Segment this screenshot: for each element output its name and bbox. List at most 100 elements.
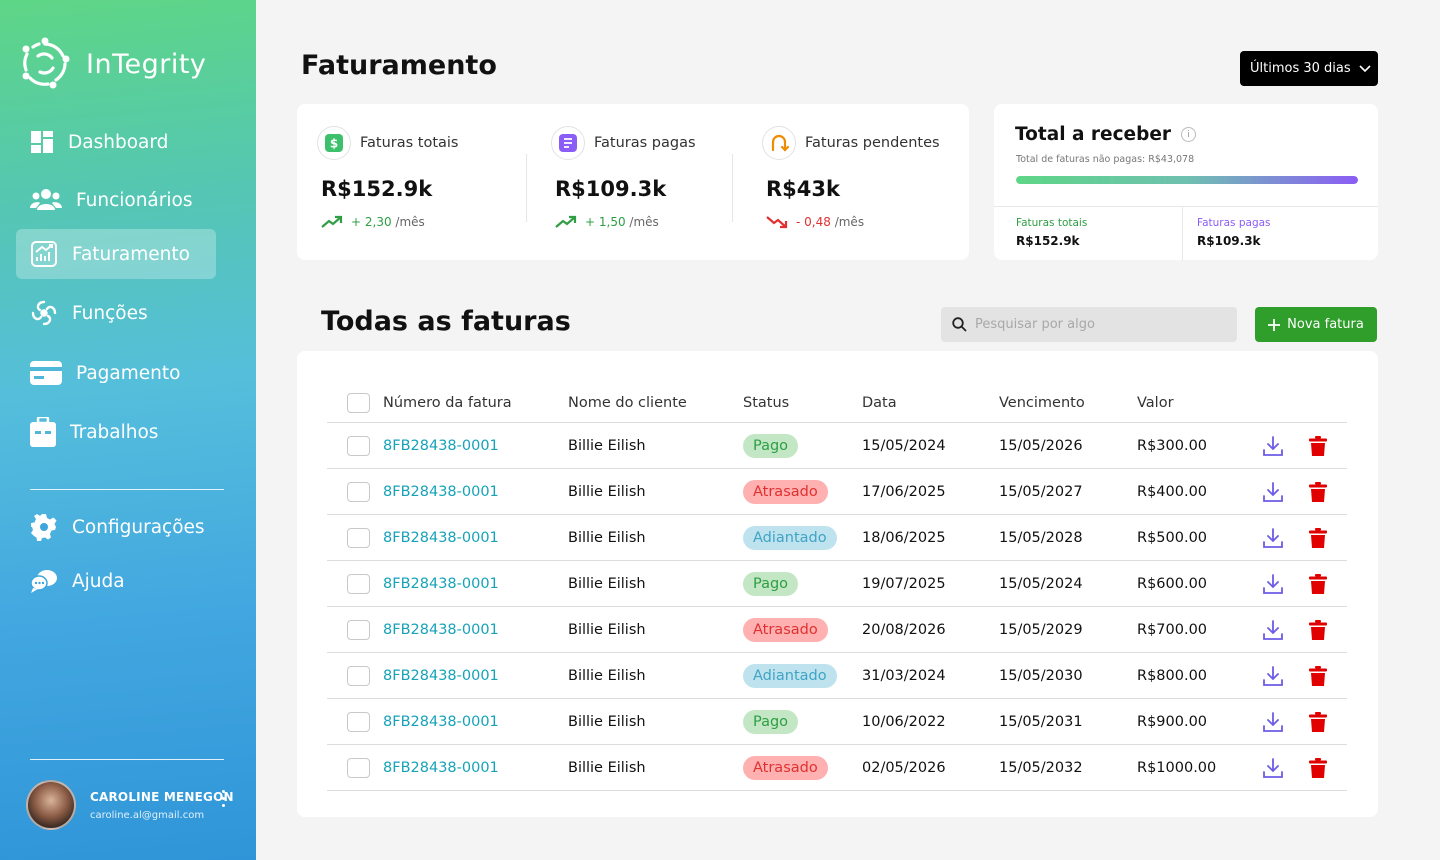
trend-up-icon [321, 215, 343, 228]
client-name: Billie Eilish [568, 575, 646, 592]
table-row[interactable]: 8FB28438-0001 Billie Eilish Pago 15/05/2024… [327, 423, 1347, 469]
table-row[interactable]: 8FB28438-0001 Billie Eilish Adiantado 31/03… [327, 653, 1347, 699]
help-chat-icon [30, 570, 57, 593]
row-checkbox[interactable] [347, 619, 370, 640]
trash-icon[interactable] [1309, 527, 1327, 548]
table-row[interactable]: 8FB28438-0001 Billie Eilish Adiantado 18/06… [327, 515, 1347, 561]
briefcase-icon [30, 417, 56, 447]
status-badge: Atrasado [743, 755, 828, 780]
dollar-icon: $ [317, 126, 351, 160]
invoice-number-link[interactable]: 8FB28438-0001 [383, 469, 499, 514]
trash-icon[interactable] [1309, 573, 1327, 594]
new-invoice-button[interactable]: Nova fatura [1255, 307, 1377, 342]
row-checkbox[interactable] [347, 481, 370, 502]
invoice-number-link[interactable]: 8FB28438-0001 [383, 745, 499, 790]
invoice-number-link[interactable]: 8FB28438-0001 [383, 561, 499, 606]
column-header[interactable]: Data [862, 383, 897, 422]
invoice-value: R$700.00 [1137, 621, 1208, 638]
column-header[interactable]: Nome do cliente [568, 383, 687, 422]
sidebar-item-trabalhos[interactable]: Trabalhos [16, 407, 216, 457]
column-header[interactable]: Vencimento [999, 383, 1085, 422]
stat-paid: Faturas pagas R$109.3k + 1,50 /mês [551, 126, 696, 229]
trend-up-icon [555, 215, 577, 228]
table-row[interactable]: 8FB28438-0001 Billie Eilish Atrasado 20/08/… [327, 607, 1347, 653]
download-icon[interactable] [1262, 757, 1284, 779]
user-email: caroline.al@gmail.com [90, 809, 205, 821]
stat-trend-unit: /mês [395, 215, 425, 229]
row-checkbox[interactable] [347, 757, 370, 778]
invoice-number-link[interactable]: 8FB28438-0001 [383, 699, 499, 744]
sidebar-item-funcoes[interactable]: Funções [16, 288, 216, 338]
sidebar-item-label: Faturamento [72, 243, 190, 265]
stats-card: $ Faturas totais R$152.9k + 2,30 /mês Fa… [297, 104, 969, 260]
date-range-select[interactable]: Últimos 30 dias [1240, 51, 1378, 86]
receivable-total-value: R$152.9k [1016, 234, 1080, 248]
table-row[interactable]: 8FB28438-0001 Billie Eilish Atrasado 17/06/… [327, 469, 1347, 515]
row-checkbox[interactable] [347, 573, 370, 594]
trash-icon[interactable] [1309, 711, 1327, 732]
stat-trend-value: - 0,48 [796, 215, 831, 229]
sidebar-item-funcionarios[interactable]: Funcionários [16, 175, 216, 225]
sidebar-item-ajuda[interactable]: Ajuda [16, 556, 216, 606]
integrity-logo-icon [22, 37, 70, 89]
search-placeholder: Pesquisar por algo [975, 317, 1095, 332]
trash-icon[interactable] [1309, 435, 1327, 456]
receivable-paid-value: R$109.3k [1197, 234, 1261, 248]
dashboard-icon [31, 131, 53, 153]
invoice-number-link[interactable]: 8FB28438-0001 [383, 653, 499, 698]
info-icon[interactable]: i [1181, 127, 1197, 142]
trash-icon[interactable] [1309, 665, 1327, 686]
table-row[interactable]: 8FB28438-0001 Billie Eilish Pago 19/07/2025… [327, 561, 1347, 607]
download-icon[interactable] [1262, 481, 1284, 503]
sidebar-item-faturamento[interactable]: Faturamento [16, 229, 216, 279]
more-options-icon[interactable] [222, 790, 225, 807]
status-badge: Adiantado [743, 663, 837, 688]
table-header: Número da fatura Nome do cliente Status … [327, 383, 1347, 423]
column-header[interactable]: Valor [1137, 383, 1174, 422]
column-header[interactable]: Número da fatura [383, 383, 512, 422]
row-checkbox[interactable] [347, 527, 370, 548]
row-checkbox[interactable] [347, 711, 370, 732]
table-row[interactable]: 8FB28438-0001 Billie Eilish Atrasado 02/05/… [327, 745, 1347, 791]
trend-down-icon [766, 216, 788, 229]
sidebar-item-label: Pagamento [76, 362, 181, 384]
table-row[interactable]: 8FB28438-0001 Billie Eilish Pago 10/06/2022… [327, 699, 1347, 745]
stat-label: Faturas totais [360, 135, 459, 151]
invoice-value: R$400.00 [1137, 483, 1208, 500]
row-checkbox[interactable] [347, 435, 370, 456]
download-icon[interactable] [1262, 665, 1284, 687]
download-icon[interactable] [1262, 711, 1284, 733]
invoices-table: Número da fatura Nome do cliente Status … [297, 351, 1378, 817]
row-checkbox[interactable] [347, 665, 370, 686]
sidebar-item-configuracoes[interactable]: Configurações [16, 502, 216, 552]
invoice-number-link[interactable]: 8FB28438-0001 [383, 515, 499, 560]
download-icon[interactable] [1262, 527, 1284, 549]
stat-value: R$152.9k [321, 177, 433, 201]
receivable-subtitle: Total de faturas não pagas: R$43,078 [1016, 154, 1195, 165]
trash-icon[interactable] [1309, 757, 1327, 778]
brand[interactable]: InTegrity [18, 36, 206, 92]
download-icon[interactable] [1262, 573, 1284, 595]
stat-value: R$109.3k [555, 177, 667, 201]
download-icon[interactable] [1262, 435, 1284, 457]
sidebar-item-dashboard[interactable]: Dashboard [16, 117, 216, 167]
sidebar-item-label: Funções [72, 302, 148, 324]
status-badge: Adiantado [743, 525, 837, 550]
search-input[interactable]: Pesquisar por algo [941, 307, 1237, 342]
invoice-value: R$900.00 [1137, 713, 1208, 730]
invoice-due-date: 15/05/2028 [999, 529, 1083, 546]
receivable-progress-fill [1016, 176, 1358, 184]
download-icon[interactable] [1262, 619, 1284, 641]
column-header[interactable]: Status [743, 383, 789, 422]
invoice-number-link[interactable]: 8FB28438-0001 [383, 607, 499, 652]
sidebar-item-label: Trabalhos [70, 421, 159, 443]
select-all-checkbox[interactable] [347, 392, 370, 413]
sidebar-item-pagamento[interactable]: Pagamento [16, 348, 216, 398]
client-name: Billie Eilish [568, 483, 646, 500]
invoice-date: 31/03/2024 [862, 667, 946, 684]
trash-icon[interactable] [1309, 619, 1327, 640]
user-profile[interactable]: CAROLINE MENEGON caroline.al@gmail.com [26, 780, 234, 830]
client-name: Billie Eilish [568, 713, 646, 730]
invoice-number-link[interactable]: 8FB28438-0001 [383, 423, 499, 468]
trash-icon[interactable] [1309, 481, 1327, 502]
